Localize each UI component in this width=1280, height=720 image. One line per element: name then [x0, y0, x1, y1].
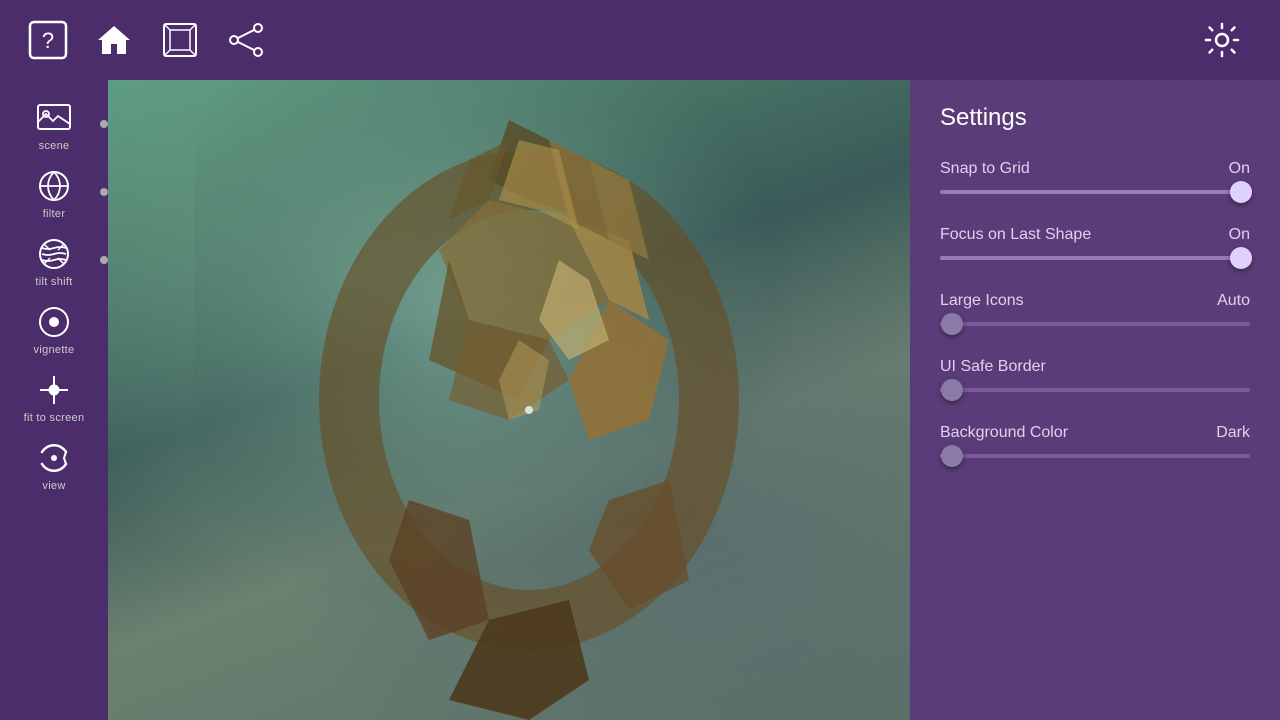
setting-header-background-color: Background Color Dark — [940, 424, 1250, 442]
left-sidebar: scene filter tilt shift vignette — [0, 80, 108, 720]
setting-value-focus-on-last-shape: On — [1229, 226, 1250, 244]
settings-title: Settings — [940, 104, 1250, 132]
setting-name-focus-on-last-shape: Focus on Last Shape — [940, 226, 1091, 244]
setting-name-snap-to-grid: Snap to Grid — [940, 160, 1030, 178]
setting-name-background-color: Background Color — [940, 424, 1068, 442]
sidebar-item-filter[interactable]: filter — [0, 158, 108, 226]
sidebar-item-view[interactable]: view — [0, 430, 108, 498]
sidebar-item-fit-to-screen[interactable]: fit to screen — [0, 362, 108, 430]
top-nav: ? — [0, 0, 1280, 80]
setting-header-snap-to-grid: Snap to Grid On — [940, 160, 1250, 178]
large-icons-slider[interactable] — [940, 322, 1250, 326]
setting-row-ui-safe-border: UI Safe Border — [940, 358, 1250, 392]
cube-icon[interactable] — [152, 12, 208, 68]
sidebar-dot-tilt-shift — [100, 256, 108, 264]
setting-header-focus-on-last-shape: Focus on Last Shape On — [940, 226, 1250, 244]
sidebar-item-vignette[interactable]: vignette — [0, 294, 108, 362]
svg-text:?: ? — [42, 28, 54, 53]
sidebar-item-view-label: view — [42, 480, 65, 492]
setting-row-focus-on-last-shape: Focus on Last Shape On — [940, 226, 1250, 260]
sculpture-svg — [108, 80, 950, 720]
main-canvas[interactable] — [108, 80, 950, 720]
ui-safe-border-slider[interactable] — [940, 388, 1250, 392]
setting-header-ui-safe-border: UI Safe Border — [940, 358, 1250, 376]
setting-row-background-color: Background Color Dark — [940, 424, 1250, 458]
sidebar-item-scene-label: scene — [39, 140, 70, 152]
share-icon[interactable] — [218, 12, 274, 68]
setting-name-large-icons: Large Icons — [940, 292, 1024, 310]
setting-row-large-icons: Large Icons Auto — [940, 292, 1250, 326]
sidebar-item-scene[interactable]: scene — [0, 90, 108, 158]
sidebar-dot-scene — [100, 120, 108, 128]
background-color-slider[interactable] — [940, 454, 1250, 458]
sidebar-item-tilt-shift[interactable]: tilt shift — [0, 226, 108, 294]
setting-header-large-icons: Large Icons Auto — [940, 292, 1250, 310]
help-icon[interactable]: ? — [20, 12, 76, 68]
setting-value-background-color: Dark — [1216, 424, 1250, 442]
settings-gear-icon[interactable] — [1194, 12, 1250, 68]
setting-row-snap-to-grid: Snap to Grid On — [940, 160, 1250, 194]
home-icon[interactable] — [86, 12, 142, 68]
sidebar-item-filter-label: filter — [43, 208, 66, 220]
setting-value-snap-to-grid: On — [1229, 160, 1250, 178]
sidebar-item-vignette-label: vignette — [34, 344, 75, 356]
snap-to-grid-slider[interactable] — [940, 190, 1250, 194]
setting-value-large-icons: Auto — [1217, 292, 1250, 310]
sidebar-item-tilt-shift-label: tilt shift — [35, 276, 72, 288]
setting-name-ui-safe-border: UI Safe Border — [940, 358, 1046, 376]
sidebar-dot-filter — [100, 188, 108, 196]
settings-panel: Settings Snap to Grid On Focus on Last S… — [910, 80, 1280, 720]
sidebar-item-fit-to-screen-label: fit to screen — [24, 412, 85, 424]
focus-on-last-shape-slider[interactable] — [940, 256, 1250, 260]
